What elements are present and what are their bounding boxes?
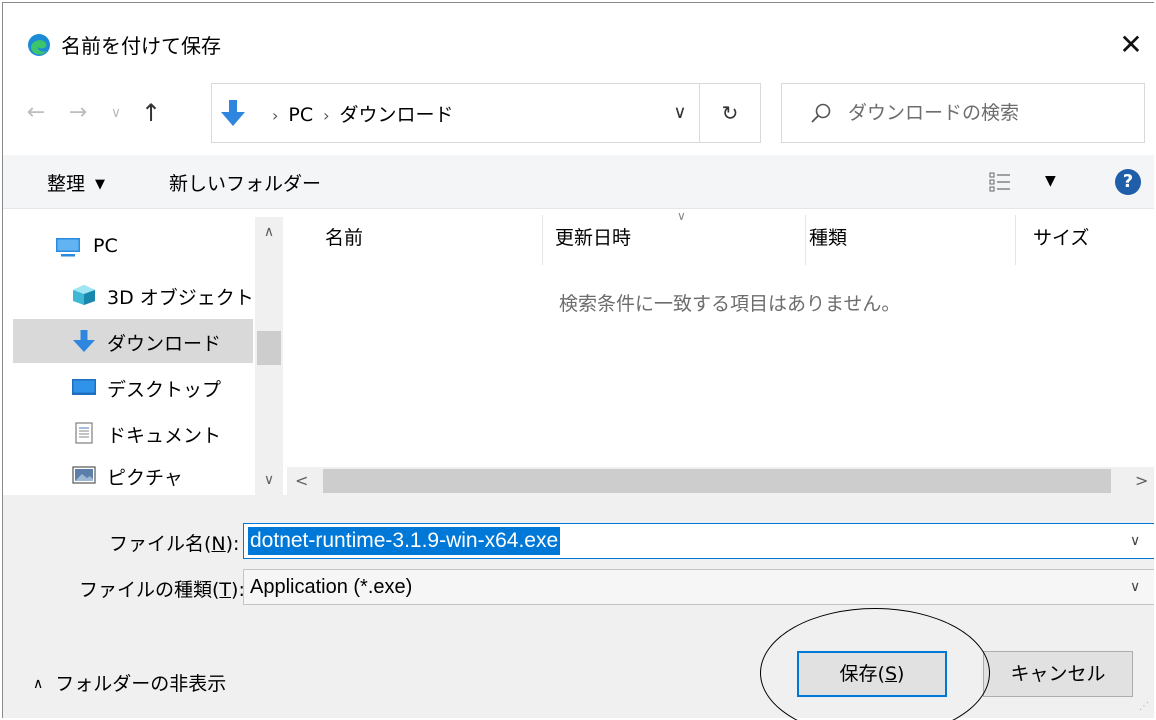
- filename-field[interactable]: dotnet-runtime-3.1.9-win-x64.exe ∨: [243, 523, 1154, 559]
- column-divider[interactable]: [1015, 215, 1016, 265]
- navigation-pane: PC 3D オブジェクト ダウンロード デスクトップ ドキュメント ピクチャ ∧…: [3, 209, 287, 495]
- address-dropdown-button[interactable]: ∨: [663, 95, 697, 131]
- hide-folders-label: フォルダーの非表示: [55, 673, 227, 695]
- search-icon: [811, 103, 831, 123]
- search-box: [781, 83, 1145, 143]
- nav-item-label: PC: [93, 235, 118, 257]
- sort-indicator-icon: ∨: [677, 209, 686, 223]
- filename-value[interactable]: dotnet-runtime-3.1.9-win-x64.exe: [248, 527, 561, 555]
- column-divider[interactable]: [542, 215, 543, 265]
- refresh-button[interactable]: ↻: [699, 83, 761, 143]
- up-button[interactable]: ↑: [133, 95, 169, 131]
- organize-label: 整理: [47, 173, 86, 195]
- search-input[interactable]: [848, 96, 1138, 130]
- column-header-size[interactable]: サイズ: [1033, 223, 1089, 250]
- filetype-select[interactable]: Application (*.exe) ∨: [243, 569, 1154, 605]
- empty-list-message: 検索条件に一致する項目はありません。: [559, 293, 901, 315]
- scroll-left-icon[interactable]: <: [295, 467, 319, 495]
- document-icon: [75, 422, 93, 444]
- chevron-up-icon: ∧: [33, 676, 44, 692]
- view-options-caret-icon[interactable]: ▼: [1045, 169, 1056, 193]
- chevron-down-icon[interactable]: ∨: [1130, 528, 1140, 554]
- chevron-down-icon[interactable]: ∨: [1130, 574, 1140, 600]
- breadcrumb-separator[interactable]: ›: [272, 106, 278, 125]
- nav-item-desktop[interactable]: デスクトップ: [13, 365, 253, 409]
- window-title: 名前を付けて保存: [61, 34, 221, 58]
- scroll-up-icon[interactable]: ∧: [255, 217, 283, 247]
- filename-label: ファイル名(N):: [109, 533, 240, 555]
- scrollbar-thumb[interactable]: [323, 469, 1111, 493]
- save-as-dialog: 名前を付けて保存 ✕ ← → ∨ ↑ › PC › ダウンロード ∨ ↻ 整理 ▼ 新し…: [2, 2, 1154, 718]
- cancel-button[interactable]: キャンセル: [983, 651, 1133, 697]
- breadcrumb-separator[interactable]: ›: [323, 106, 329, 125]
- nav-item-pictures[interactable]: ピクチャ: [13, 453, 253, 497]
- forward-button[interactable]: →: [61, 95, 95, 131]
- nav-item-documents[interactable]: ドキュメント: [13, 411, 253, 455]
- pictures-icon: [72, 466, 96, 484]
- toolbar: 整理 ▼ 新しいフォルダー ▼ ?: [3, 155, 1154, 209]
- breadcrumb-item-downloads[interactable]: ダウンロード: [340, 104, 454, 126]
- nav-item-label: デスクトップ: [107, 379, 222, 401]
- organize-button[interactable]: 整理 ▼: [47, 169, 105, 196]
- nav-item-label: ピクチャ: [107, 467, 183, 489]
- column-header-name[interactable]: 名前: [325, 223, 363, 250]
- edge-browser-icon: [28, 34, 50, 56]
- address-bar[interactable]: › PC › ダウンロード: [211, 83, 699, 143]
- filetype-label: ファイルの種類(T):: [79, 579, 245, 601]
- caret-down-icon: ▼: [95, 177, 106, 192]
- breadcrumb-item-pc[interactable]: PC: [288, 104, 313, 126]
- pc-icon: [56, 238, 80, 257]
- help-icon[interactable]: ?: [1115, 169, 1141, 195]
- scrollbar-thumb[interactable]: [257, 331, 281, 365]
- filetype-value: Application (*.exe): [250, 576, 413, 598]
- nav-item-label: ドキュメント: [107, 425, 222, 447]
- scroll-right-icon[interactable]: >: [1135, 467, 1154, 495]
- new-folder-button[interactable]: 新しいフォルダー: [169, 169, 321, 196]
- file-list: 名前 ∨ 更新日時 種類 サイズ 検索条件に一致する項目はありません。 < >: [287, 209, 1154, 495]
- download-arrow-icon: [73, 330, 95, 352]
- back-button[interactable]: ←: [19, 95, 53, 131]
- nav-item-label: 3D オブジェクト: [107, 287, 254, 309]
- desktop-icon: [72, 379, 96, 395]
- save-form: ファイル名(N): dotnet-runtime-3.1.9-win-x64.e…: [3, 495, 1154, 718]
- resize-grip[interactable]: ⋰: [1139, 702, 1153, 717]
- view-details-icon[interactable]: [989, 172, 1011, 192]
- title-bar: 名前を付けて保存 ✕: [3, 3, 1154, 83]
- nav-item-label: ダウンロード: [107, 333, 222, 355]
- recent-locations-button[interactable]: ∨: [103, 95, 129, 131]
- save-button[interactable]: 保存(S): [797, 651, 947, 697]
- scroll-down-icon[interactable]: ∨: [255, 465, 283, 495]
- column-header-date-modified[interactable]: 更新日時: [555, 223, 631, 250]
- nav-pane-scrollbar[interactable]: ∧ ∨: [255, 217, 283, 495]
- download-arrow-icon: [221, 100, 245, 126]
- file-list-horizontal-scrollbar[interactable]: < >: [287, 467, 1154, 495]
- column-header-type[interactable]: 種類: [809, 223, 847, 250]
- nav-item-3d-objects[interactable]: 3D オブジェクト: [13, 273, 254, 317]
- nav-item-pc[interactable]: PC: [13, 225, 253, 269]
- nav-item-downloads[interactable]: ダウンロード: [13, 319, 253, 363]
- breadcrumb: › PC › ダウンロード: [262, 100, 454, 127]
- 3d-objects-icon: [73, 285, 95, 305]
- close-button[interactable]: ✕: [1111, 25, 1151, 65]
- column-divider[interactable]: [805, 215, 806, 265]
- hide-folders-button[interactable]: ∧ フォルダーの非表示: [33, 669, 226, 696]
